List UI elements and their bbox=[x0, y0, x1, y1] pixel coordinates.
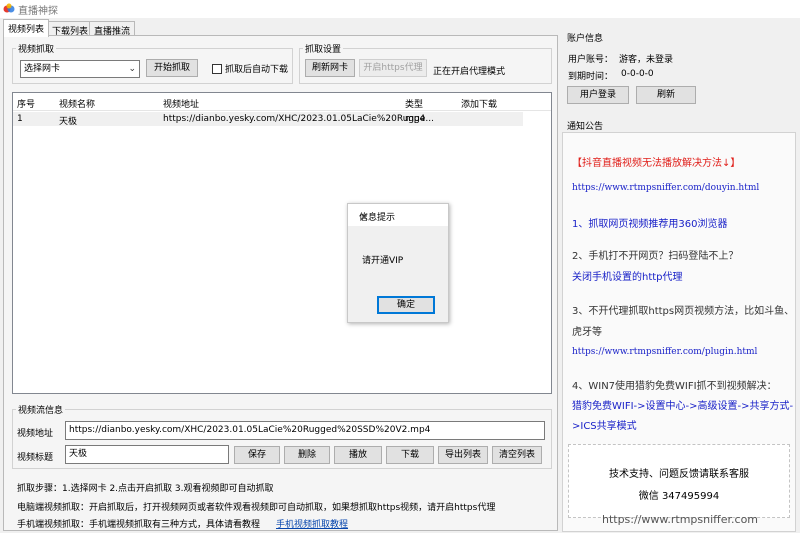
dialog-titlebar: 信息提示 ✕ bbox=[348, 204, 448, 226]
export-list-button[interactable]: 导出列表 bbox=[438, 446, 488, 464]
notice-content: 【抖音直播视频无法播放解决方法↓】 https://www.rtmpsniffe… bbox=[562, 132, 796, 532]
refresh-account-button[interactable]: 刷新 bbox=[636, 86, 696, 104]
support-text: 技术支持、问题反馈请联系客服 bbox=[609, 469, 749, 480]
download-button[interactable]: 下载 bbox=[386, 446, 434, 464]
account-panel-label: 账户信息 bbox=[567, 34, 604, 44]
wechat-contact: 微信 347495994 bbox=[638, 491, 720, 502]
col-type[interactable]: 类型 bbox=[405, 97, 423, 110]
close-icon[interactable]: ✕ bbox=[359, 210, 442, 224]
play-button[interactable]: 播放 bbox=[334, 446, 382, 464]
clear-list-button[interactable]: 清空列表 bbox=[492, 446, 542, 464]
support-box: 技术支持、问题反馈请联系客服 微信 347495994 bbox=[568, 444, 790, 518]
user-account-label: 用户账号： bbox=[568, 55, 614, 65]
pc-capture-text: 电脑端视频抓取：开启抓取后，打开视频网页或者软件观看视频即可自动抓取，如果想抓取… bbox=[17, 503, 496, 513]
chevron-down-icon: ⌄ bbox=[128, 64, 136, 74]
footer-website-url[interactable]: https://www.rtmpsniffer.com bbox=[562, 513, 798, 526]
delete-button[interactable]: 删除 bbox=[284, 446, 330, 464]
refresh-nic-button[interactable]: 刷新网卡 bbox=[305, 59, 355, 77]
notice-item: 猎豹免费WIFI->设置中心->高级设置->共享方式- bbox=[572, 401, 794, 412]
row-type: mp4 bbox=[405, 114, 426, 124]
video-title-label: 视频标题 bbox=[17, 453, 54, 463]
row-url: https://dianbo.yesky.com/XHC/2023.01.05L… bbox=[163, 114, 434, 124]
stream-info-label: 视频流信息 bbox=[18, 406, 64, 416]
nic-select-value: 选择网卡 bbox=[24, 64, 61, 74]
tab-download-list[interactable]: 下载列表 bbox=[47, 21, 94, 37]
row-name: 天极 bbox=[59, 117, 78, 127]
dialog-message: 请开通VIP bbox=[362, 256, 404, 266]
expire-time-value: 0-0-0-0 bbox=[621, 69, 654, 79]
auto-download-label: 抓取后自动下载 bbox=[225, 65, 289, 75]
capture-settings-label: 抓取设置 bbox=[305, 45, 342, 55]
enable-https-proxy-button[interactable]: 开启https代理 bbox=[359, 59, 427, 77]
video-title-input[interactable]: 天极 bbox=[65, 445, 229, 464]
user-account-value: 游客，未登录 bbox=[619, 55, 674, 65]
notice-item: 关闭手机设置的http代理 bbox=[572, 272, 683, 283]
notice-item: 1、抓取网页视频推荐用360浏览器 bbox=[572, 219, 728, 230]
notice-item: >ICS共享模式 bbox=[572, 421, 637, 432]
nic-select[interactable]: 选择网卡 ⌄ bbox=[20, 60, 140, 78]
info-dialog: 信息提示 ✕ 请开通VIP 确定 bbox=[347, 203, 449, 323]
mobile-capture-text: 手机端视频抓取：手机端视频抓取有三种方式，具体请看教程 bbox=[17, 520, 261, 530]
video-table[interactable]: 序号 视频名称 视频地址 类型 添加下载 1 天极 https://dianbo… bbox=[12, 92, 552, 394]
table-header: 序号 视频名称 视频地址 类型 添加下载 bbox=[13, 93, 551, 111]
start-capture-button[interactable]: 开始抓取 bbox=[146, 59, 198, 77]
app-logo-icon bbox=[3, 3, 15, 13]
notice-link-douyin[interactable]: https://www.rtmpsniffer.com/douyin.html bbox=[572, 183, 759, 193]
notice-panel: 通知公告 【抖音直播视频无法播放解决方法↓】 https://www.rtmps… bbox=[562, 118, 798, 532]
checkbox-box[interactable] bbox=[212, 63, 222, 74]
window-title: 直播神探 bbox=[18, 6, 58, 17]
mobile-tutorial-link[interactable]: 手机视频抓取教程 bbox=[276, 517, 348, 530]
save-button[interactable]: 保存 bbox=[234, 446, 280, 464]
capture-steps-text: 抓取步骤：1.选择网卡 2.点击开启抓取 3.观看视频即可自动抓取 bbox=[17, 484, 274, 494]
account-panel: 账户信息 用户账号： 游客，未登录 到期时间： 0-0-0-0 用户登录 刷新 bbox=[562, 28, 798, 108]
notice-item: 4、WIN7使用猎豹免费WIFI抓不到视频解决： bbox=[572, 381, 777, 392]
notice-item: 3、不开代理抓取https网页视频方法，比如斗鱼、 bbox=[572, 306, 795, 317]
video-url-input[interactable]: https://dianbo.yesky.com/XHC/2023.01.05L… bbox=[65, 421, 545, 440]
video-url-label: 视频地址 bbox=[17, 429, 54, 439]
notice-panel-label: 通知公告 bbox=[567, 122, 604, 132]
tab-video-list[interactable]: 视频列表 bbox=[3, 19, 50, 37]
notice-item: 【抖音直播视频无法播放解决方法↓】 bbox=[572, 158, 741, 169]
capture-group-label: 视频抓取 bbox=[18, 45, 55, 55]
notice-link-plugin[interactable]: https://www.rtmpsniffer.com/plugin.html bbox=[572, 347, 757, 357]
row-index: 1 bbox=[17, 114, 23, 124]
col-index[interactable]: 序号 bbox=[17, 97, 35, 110]
dialog-ok-button[interactable]: 确定 bbox=[377, 296, 435, 314]
col-add-download[interactable]: 添加下载 bbox=[461, 97, 497, 110]
auto-download-checkbox[interactable]: 抓取后自动下载 bbox=[212, 62, 288, 75]
notice-item: 2、手机打不开网页？扫码登陆不上？ bbox=[572, 251, 739, 262]
notice-item: 虎牙等 bbox=[572, 327, 602, 338]
tab-live-push[interactable]: 直播推流 bbox=[89, 21, 136, 37]
col-url[interactable]: 视频地址 bbox=[163, 97, 199, 110]
login-button[interactable]: 用户登录 bbox=[567, 86, 629, 104]
title-bar: 直播神探 bbox=[0, 0, 800, 18]
expire-time-label: 到期时间： bbox=[568, 72, 614, 82]
col-name[interactable]: 视频名称 bbox=[59, 97, 95, 110]
table-row[interactable]: 1 天极 https://dianbo.yesky.com/XHC/2023.0… bbox=[13, 112, 523, 127]
proxy-status-text: 正在开启代理模式 bbox=[433, 67, 506, 77]
